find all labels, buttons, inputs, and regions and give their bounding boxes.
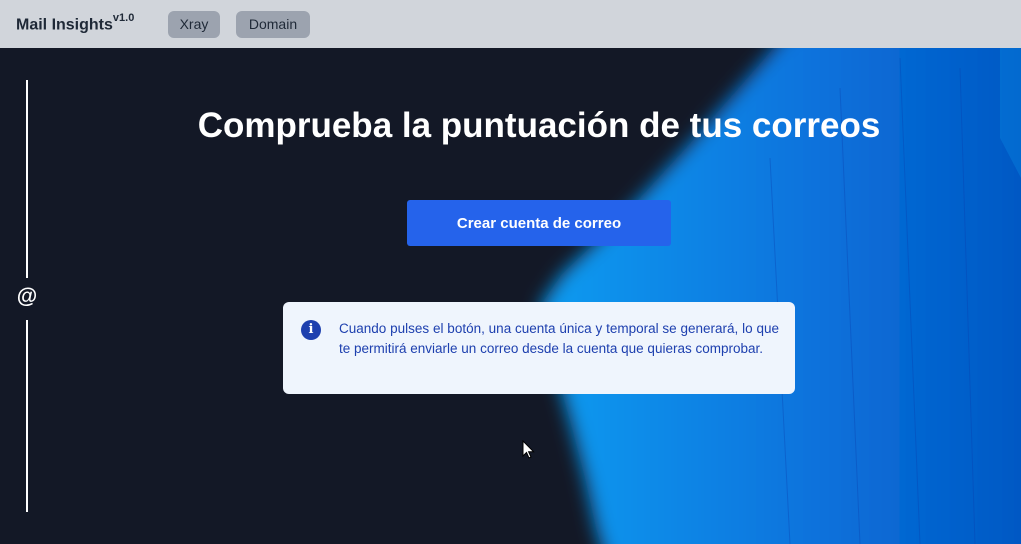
page-title: Comprueba la puntuación de tus correos <box>197 106 881 145</box>
create-mail-account-button[interactable]: Crear cuenta de correo <box>407 200 671 246</box>
timeline-line-bottom <box>26 320 28 512</box>
app-version: v1.0 <box>112 12 135 24</box>
top-bar: Mail Insightsv1.0 Xray Domain <box>0 0 1021 48</box>
info-box: i Cuando pulses el botón, una cuenta úni… <box>283 302 795 394</box>
mouse-pointer-icon <box>522 440 535 459</box>
info-icon: i <box>301 320 321 340</box>
timeline-line-top <box>26 80 28 278</box>
main-content: @ Comprueba la puntuación de tus correos… <box>0 48 1021 544</box>
nav-xray-button[interactable]: Xray <box>168 11 220 38</box>
at-icon: @ <box>16 285 38 308</box>
info-text: Cuando pulses el botón, una cuenta única… <box>339 321 779 356</box>
nav-domain-button[interactable]: Domain <box>236 11 310 38</box>
app-brand: Mail Insightsv1.0 <box>16 12 135 34</box>
app-name: Mail Insights <box>16 16 113 34</box>
